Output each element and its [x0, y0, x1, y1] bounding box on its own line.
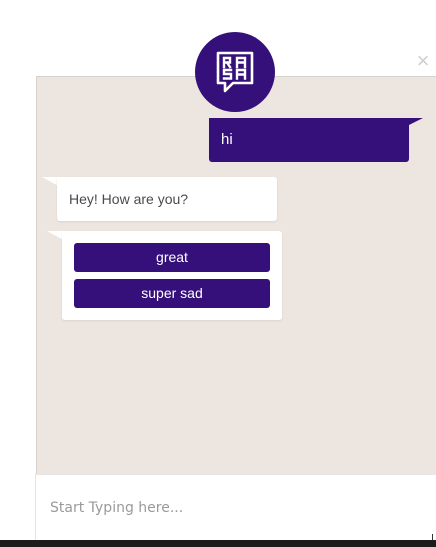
- bot-message-bubble: Hey! How are you?: [57, 177, 277, 221]
- chat-widget: × hi Hey! How are you? great super sad: [0, 0, 436, 547]
- rasa-logo-avatar: [195, 32, 275, 112]
- bottom-edge-bar: [0, 540, 436, 547]
- user-message-bubble: hi: [209, 118, 409, 162]
- bottom-edge-notch: [432, 534, 433, 540]
- quick-replies-card: great super sad: [62, 231, 282, 320]
- message-input-bar: [35, 474, 436, 540]
- quick-reply-great-button[interactable]: great: [74, 243, 270, 272]
- quick-reply-super-sad-button[interactable]: super sad: [74, 279, 270, 308]
- close-button[interactable]: ×: [414, 50, 432, 72]
- rasa-logo-icon: [216, 51, 254, 93]
- message-input[interactable]: [48, 495, 422, 521]
